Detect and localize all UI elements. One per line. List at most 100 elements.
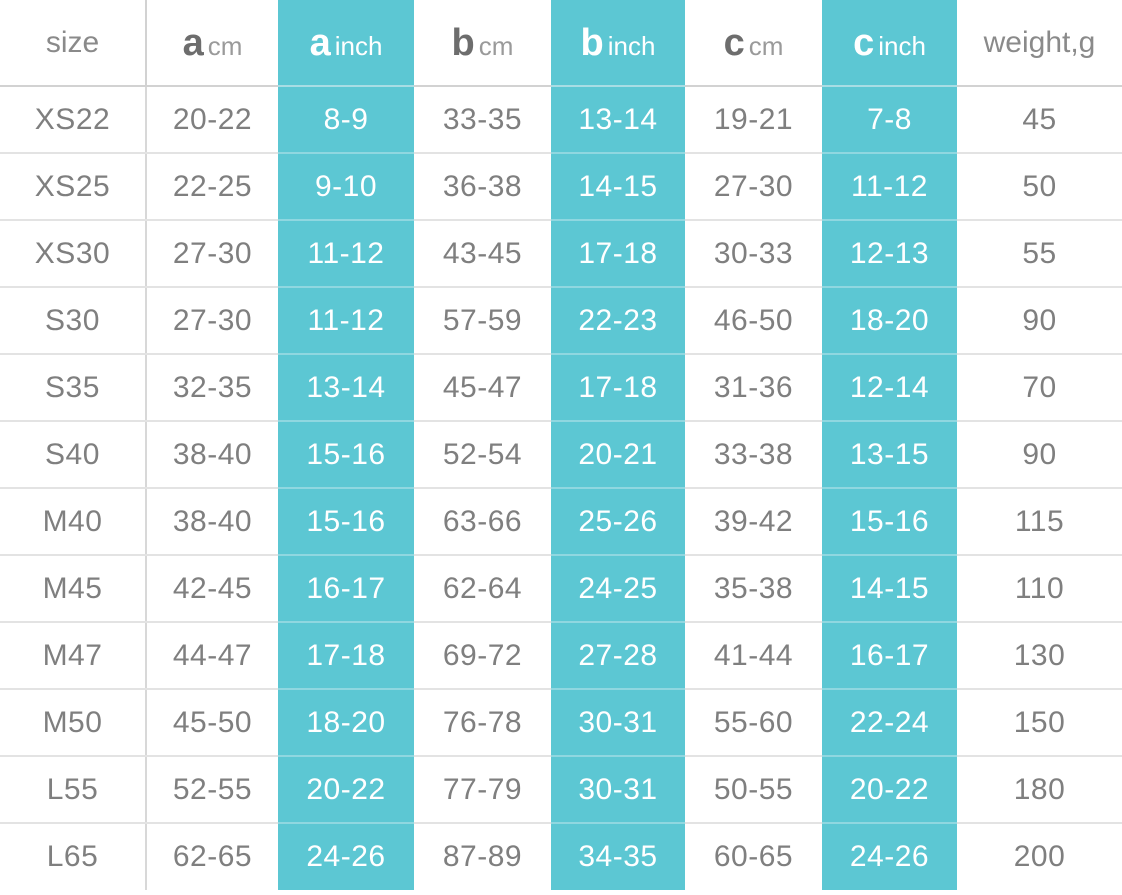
measurement-unit: inch [607, 30, 656, 61]
cell-weight: 90 [957, 421, 1122, 489]
column-header-label: size [45, 25, 100, 59]
measurement-unit: inch [334, 30, 383, 61]
cell-weight: 200 [957, 823, 1122, 890]
cell-weight: 110 [957, 555, 1122, 623]
cell-c-inch: 18-20 [822, 287, 957, 355]
measurement-letter: a [182, 21, 204, 64]
column-header-b-inch: b inch [551, 0, 685, 87]
cell-b-cm: 87-89 [414, 823, 551, 890]
table-body: XS22 20-22 8-9 33-35 13-14 19-21 7-8 45 XS25 22-2… [0, 86, 1122, 890]
cell-b-cm: 52-54 [414, 421, 551, 489]
cell-b-cm: 63-66 [414, 488, 551, 556]
cell-c-inch: 16-17 [822, 622, 957, 690]
cell-a-inch: 20-22 [278, 756, 414, 824]
cell-b-inch: 13-14 [551, 86, 685, 154]
cell-b-inch: 17-18 [551, 354, 685, 422]
table-row: L65 62-65 24-26 87-89 34-35 60-65 24-26 200 [0, 823, 1122, 890]
column-header-label: c inch [822, 24, 957, 62]
size-chart-table: size a cm a inch b cm b inch c cm c inch weight,g XS2… [0, 0, 1122, 890]
measurement-letter: b [580, 21, 604, 64]
column-header-label: c cm [685, 24, 822, 62]
column-header-label: b inch [551, 24, 685, 62]
cell-weight: 150 [957, 689, 1122, 757]
cell-a-inch: 11-12 [278, 220, 414, 288]
cell-c-inch: 14-15 [822, 555, 957, 623]
cell-b-inch: 17-18 [551, 220, 685, 288]
cell-size: L55 [0, 756, 146, 824]
cell-b-inch: 14-15 [551, 153, 685, 221]
measurement-letter: b [451, 21, 475, 64]
cell-c-inch: 12-13 [822, 220, 957, 288]
cell-size: S40 [0, 421, 146, 489]
cell-c-cm: 60-65 [685, 823, 822, 890]
size-chart: size a cm a inch b cm b inch c cm c inch weight,g XS2… [0, 0, 1122, 895]
column-header-b-cm: b cm [414, 0, 551, 87]
column-header-weight: weight,g [957, 0, 1122, 87]
column-header-label: b cm [414, 24, 551, 62]
cell-b-cm: 76-78 [414, 689, 551, 757]
cell-a-inch: 11-12 [278, 287, 414, 355]
cell-b-inch: 25-26 [551, 488, 685, 556]
column-header-c-inch: c inch [822, 0, 957, 87]
cell-c-inch: 12-14 [822, 354, 957, 422]
cell-weight: 45 [957, 86, 1122, 154]
measurement-letter: a [309, 21, 331, 64]
cell-b-inch: 20-21 [551, 421, 685, 489]
cell-a-cm: 38-40 [145, 488, 278, 556]
cell-b-cm: 77-79 [414, 756, 551, 824]
cell-size: M40 [0, 488, 146, 556]
cell-size: S30 [0, 287, 146, 355]
cell-a-inch: 13-14 [278, 354, 414, 422]
cell-c-cm: 30-33 [685, 220, 822, 288]
table-row: L55 52-55 20-22 77-79 30-31 50-55 20-22 180 [0, 756, 1122, 824]
cell-b-inch: 24-25 [551, 555, 685, 623]
table-row: XS30 27-30 11-12 43-45 17-18 30-33 12-13 55 [0, 220, 1122, 288]
cell-size: L65 [0, 823, 146, 890]
column-header-label: weight,g [983, 25, 1096, 59]
cell-b-inch: 30-31 [551, 756, 685, 824]
cell-b-cm: 43-45 [414, 220, 551, 288]
cell-weight: 50 [957, 153, 1122, 221]
cell-c-inch: 22-24 [822, 689, 957, 757]
table-row: M40 38-40 15-16 63-66 25-26 39-42 15-16 115 [0, 488, 1122, 556]
cell-a-cm: 52-55 [145, 756, 278, 824]
cell-weight: 130 [957, 622, 1122, 690]
column-header-c-cm: c cm [685, 0, 822, 87]
cell-a-cm: 27-30 [145, 220, 278, 288]
cell-c-inch: 15-16 [822, 488, 957, 556]
cell-size: M45 [0, 555, 146, 623]
cell-a-inch: 18-20 [278, 689, 414, 757]
cell-c-inch: 7-8 [822, 86, 957, 154]
cell-c-cm: 27-30 [685, 153, 822, 221]
table-row: S35 32-35 13-14 45-47 17-18 31-36 12-14 70 [0, 354, 1122, 422]
measurement-unit: inch [878, 30, 926, 61]
cell-size: M47 [0, 622, 146, 690]
cell-c-inch: 13-15 [822, 421, 957, 489]
cell-c-cm: 46-50 [685, 287, 822, 355]
cell-a-inch: 16-17 [278, 555, 414, 623]
measurement-letter: c [853, 21, 875, 64]
cell-b-cm: 45-47 [414, 354, 551, 422]
cell-a-inch: 15-16 [278, 488, 414, 556]
cell-size: XS22 [0, 86, 146, 154]
table-row: XS22 20-22 8-9 33-35 13-14 19-21 7-8 45 [0, 86, 1122, 154]
header-row: size a cm a inch b cm b inch c cm c inch weight,g [0, 0, 1122, 87]
table-row: S30 27-30 11-12 57-59 22-23 46-50 18-20 90 [0, 287, 1122, 355]
cell-a-cm: 32-35 [145, 354, 278, 422]
column-header-label: a cm [147, 24, 278, 62]
table-header: size a cm a inch b cm b inch c cm c inch weight,g [0, 0, 1122, 87]
cell-b-inch: 34-35 [551, 823, 685, 890]
cell-a-inch: 15-16 [278, 421, 414, 489]
cell-c-cm: 33-38 [685, 421, 822, 489]
cell-c-inch: 20-22 [822, 756, 957, 824]
cell-c-cm: 19-21 [685, 86, 822, 154]
cell-b-inch: 30-31 [551, 689, 685, 757]
table-row: XS25 22-25 9-10 36-38 14-15 27-30 11-12 50 [0, 153, 1122, 221]
table-row: M47 44-47 17-18 69-72 27-28 41-44 16-17 130 [0, 622, 1122, 690]
cell-a-inch: 9-10 [278, 153, 414, 221]
measurement-letter: c [723, 21, 745, 64]
table-row: S40 38-40 15-16 52-54 20-21 33-38 13-15 90 [0, 421, 1122, 489]
cell-a-cm: 45-50 [145, 689, 278, 757]
cell-b-cm: 57-59 [414, 287, 551, 355]
column-header-label: a inch [278, 24, 414, 62]
